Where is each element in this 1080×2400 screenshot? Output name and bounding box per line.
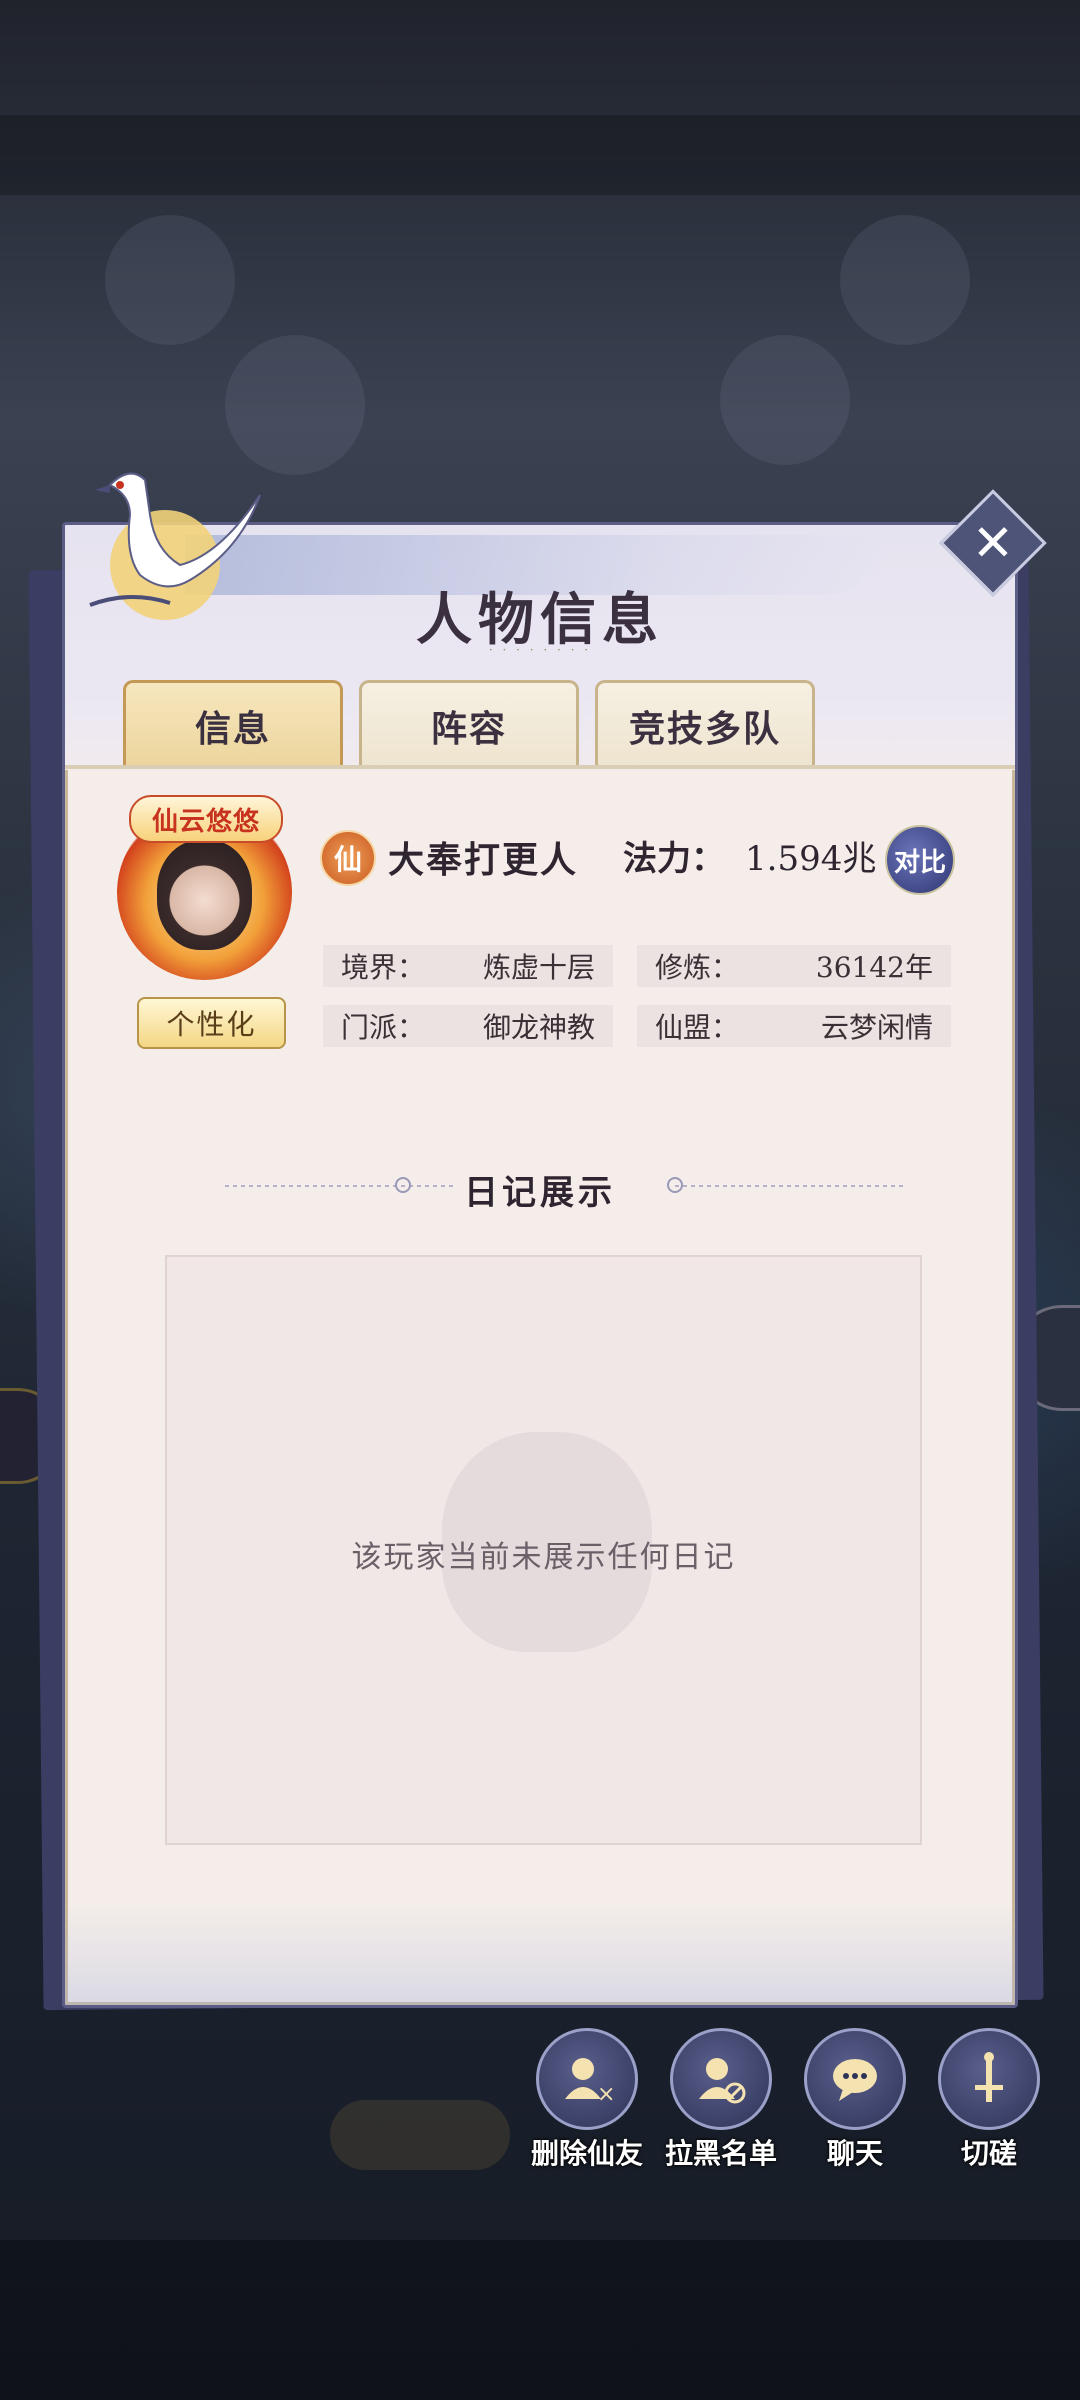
diary-divider-right bbox=[675, 1185, 905, 1187]
player-name: 大奉打更人 bbox=[388, 839, 579, 881]
block-user-icon bbox=[670, 2028, 772, 2130]
stat-value: 云梦闲情 bbox=[820, 1011, 933, 1044]
background-node bbox=[105, 215, 235, 345]
personalize-button[interactable]: 个性化 bbox=[137, 997, 286, 1049]
background-node bbox=[840, 215, 970, 345]
stat-label: 境界： bbox=[341, 951, 426, 984]
tab-info[interactable]: 信息 bbox=[123, 680, 343, 768]
remove-friend-icon: × bbox=[536, 2028, 638, 2130]
action-label: 拉黑名单 bbox=[664, 2137, 777, 2170]
action-label: 切磋 bbox=[960, 2137, 1017, 2170]
power-value: 1.594兆 bbox=[745, 839, 877, 879]
stat-sect: 门派： 御龙神教 bbox=[323, 1005, 613, 1047]
stat-alliance: 仙盟： 云梦闲情 bbox=[637, 1005, 951, 1047]
sword-icon bbox=[938, 2028, 1040, 2130]
background-node bbox=[720, 335, 850, 465]
svg-text:×: × bbox=[597, 2082, 615, 2107]
stat-value: 御龙神教 bbox=[482, 1011, 595, 1044]
tab-divider bbox=[65, 765, 1015, 769]
character-info-dialog: 人物信息 · · · · · · · · 信息 阵容 竞技多队 仙云悠悠 个性化… bbox=[62, 522, 1018, 2008]
diary-display-area: 该玩家当前未展示任何日记 bbox=[165, 1255, 922, 1845]
tab-bar: 信息 阵容 竞技多队 bbox=[123, 680, 815, 768]
stat-realm: 境界： 炼虚十层 bbox=[323, 945, 613, 987]
chat-icon bbox=[804, 2028, 906, 2130]
chat-button[interactable]: 聊天 bbox=[800, 2028, 910, 2172]
background-node bbox=[225, 335, 365, 475]
stat-label: 门派： bbox=[341, 1011, 426, 1044]
stat-value: 36142年 bbox=[815, 951, 933, 984]
stat-label: 修炼： bbox=[655, 951, 740, 984]
tab-arena-teams[interactable]: 竞技多队 bbox=[595, 680, 815, 768]
spar-button[interactable]: 切磋 bbox=[934, 2028, 1044, 2172]
action-label: 删除仙友 bbox=[530, 2137, 643, 2170]
background-button bbox=[330, 2100, 510, 2170]
compare-button[interactable]: 对比 bbox=[885, 825, 955, 895]
crane-decoration bbox=[89, 472, 261, 620]
rank-badge: 仙 bbox=[320, 830, 376, 886]
close-icon[interactable]: ✕ bbox=[955, 505, 1031, 581]
tab-lineup[interactable]: 阵容 bbox=[359, 680, 579, 768]
diary-empty-message: 该玩家当前未展示任何日记 bbox=[351, 1540, 736, 1575]
avatar-portrait bbox=[157, 840, 252, 950]
block-user-button[interactable]: 拉黑名单 bbox=[665, 2028, 777, 2172]
diary-section-title: 日记展示 bbox=[464, 1173, 616, 1213]
power-label: 法力： bbox=[623, 839, 725, 879]
stat-cultivation: 修炼： 36142年 bbox=[637, 945, 951, 987]
action-label: 聊天 bbox=[826, 2137, 883, 2170]
stat-value: 炼虚十层 bbox=[482, 951, 595, 984]
background-top-bar bbox=[0, 115, 1080, 195]
remove-friend-button[interactable]: × 删除仙友 bbox=[531, 2028, 643, 2172]
background-bottom-bar bbox=[0, 2240, 1080, 2400]
title-ornament: · · · · · · · · bbox=[488, 643, 592, 657]
stat-label: 仙盟： bbox=[655, 1011, 740, 1044]
dialog-footer-decoration bbox=[65, 1905, 1015, 2005]
avatar-frame-badge: 仙云悠悠 bbox=[129, 795, 283, 843]
player-avatar[interactable]: 仙云悠悠 bbox=[117, 795, 292, 980]
